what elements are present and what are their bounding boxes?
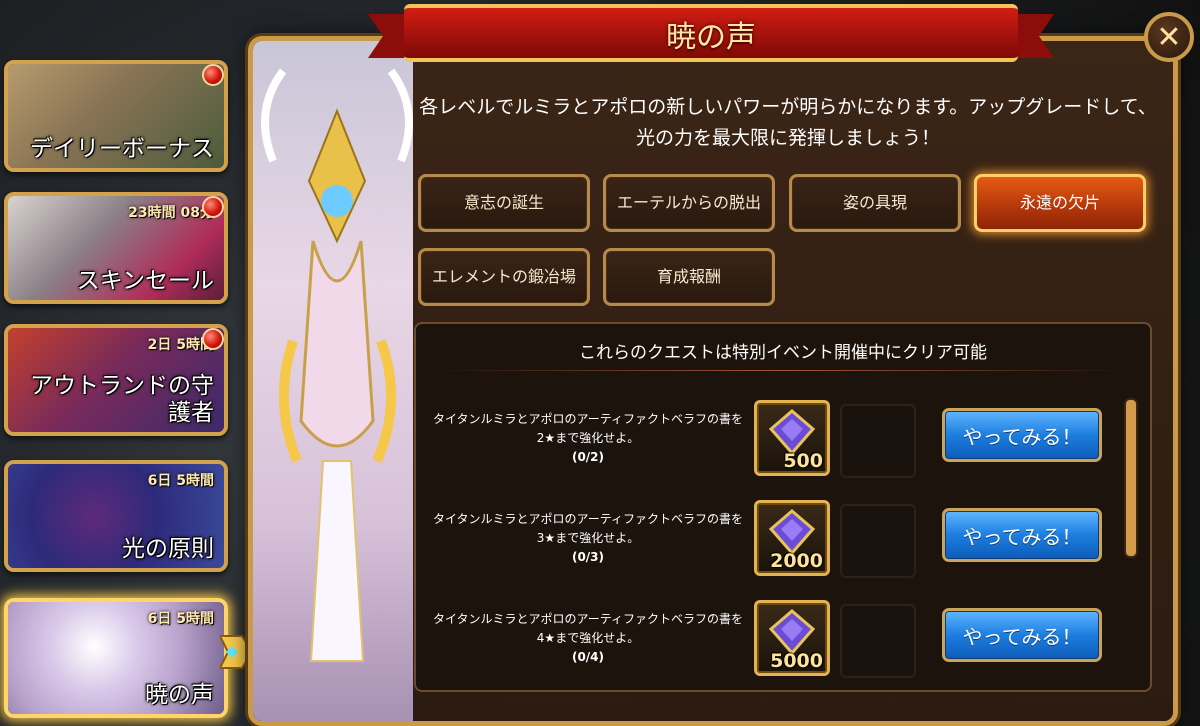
tab-manifestation[interactable]: 姿の具現 (789, 174, 961, 232)
quest-progress: (0/4) (571, 650, 605, 664)
quest-text: タイタンルミラとアポロのアーティファクトベラフの書を2★まで強化せよ。 (0/2… (430, 410, 746, 467)
event-description: 各レベルでルミラとアポロの新しいパワーが明らかになります。アップグレードして、光… (419, 96, 1157, 149)
sidebar-card-voice-of-dawn[interactable]: 6日 5時間 暁の声 (4, 598, 228, 718)
try-button[interactable]: やってみる！ (942, 408, 1102, 462)
notification-dot (202, 328, 224, 350)
quest-list: これらのクエストは特別イベント開催中にクリア可能 タイタンルミラとアポロのアーテ… (414, 322, 1152, 692)
tab-birth-of-will[interactable]: 意志の誕生 (418, 174, 590, 232)
reward-amount: 5000 (770, 650, 823, 672)
reward-slot[interactable]: 5000 (754, 600, 830, 676)
notification-dot (202, 64, 224, 86)
close-button[interactable]: ✕ (1144, 12, 1194, 62)
tab-label: 育成報酬 (656, 267, 721, 286)
quest-description: タイタンルミラとアポロのアーティファクトベラフの書を3★まで強化せよ。 (432, 512, 744, 545)
tab-label: 意志の誕生 (463, 193, 544, 212)
scrollbar[interactable] (1126, 400, 1136, 556)
tab-element-forge[interactable]: エレメントの鍛冶場 (418, 248, 590, 306)
sidebar-card-label: 光の原則 (122, 535, 214, 562)
list-item: タイタンルミラとアポロのアーティファクトベラフの書を3★まで強化せよ。 (0/3… (416, 500, 1136, 590)
try-button[interactable]: やってみる！ (942, 608, 1102, 662)
reward-amount: 2000 (770, 550, 823, 572)
empty-reward-slot (840, 604, 916, 678)
tab-label: エーテルからの脱出 (616, 193, 761, 212)
notification-dot (202, 196, 224, 218)
reward-slot[interactable]: 2000 (754, 500, 830, 576)
hero-illustration (253, 41, 421, 721)
quest-text: タイタンルミラとアポロのアーティファクトベラフの書を4★まで強化せよ。 (0/4… (430, 610, 746, 667)
sidebar-card-outland-guardian[interactable]: 2日 5時間 アウトランドの守 護者 (4, 324, 228, 436)
tab-escape-from-ether[interactable]: エーテルからの脱出 (603, 174, 775, 232)
close-icon: ✕ (1156, 19, 1182, 55)
tab-label: 永遠の欠片 (1019, 193, 1100, 212)
list-item: タイタンルミラとアポロのアーティファクトベラフの書を4★まで強化せよ。 (0/4… (416, 600, 1136, 690)
event-sidebar: デイリーボーナス 23時間 08分 スキンセール 2日 5時間 アウトランドの守… (0, 0, 254, 726)
sidebar-card-label: スキンセール (76, 267, 214, 294)
reward-amount: 500 (783, 450, 823, 472)
gem-icon (768, 609, 816, 655)
quest-description: タイタンルミラとアポロのアーティファクトベラフの書を4★まで強化せよ。 (432, 612, 744, 645)
gem-icon (768, 409, 816, 455)
sidebar-card-label: 暁の声 (145, 681, 214, 708)
empty-reward-slot (840, 404, 916, 478)
try-button[interactable]: やってみる！ (942, 508, 1102, 562)
title-banner: 暁の声 (368, 4, 1054, 66)
gem-icon (768, 509, 816, 555)
sidebar-card-label: アウトランドの守 護者 (30, 373, 214, 426)
tab-label: 姿の具現 (842, 193, 907, 212)
sidebar-card-daily-bonus[interactable]: デイリーボーナス (4, 60, 228, 172)
quest-progress: (0/2) (571, 450, 605, 464)
quest-text: タイタンルミラとアポロのアーティファクトベラフの書を3★まで強化せよ。 (0/3… (430, 510, 746, 567)
quest-progress: (0/3) (571, 550, 605, 564)
sidebar-card-principle-of-light[interactable]: 6日 5時間 光の原則 (4, 460, 228, 572)
quest-list-header: これらのクエストは特別イベント開催中にクリア可能 (579, 343, 987, 363)
list-item: タイタンルミラとアポロのアーティファクトベラフの書を2★まで強化せよ。 (0/2… (416, 400, 1136, 490)
sidebar-card-timer: 6日 5時間 (147, 611, 214, 627)
tab-eternal-shard[interactable]: 永遠の欠片 (974, 174, 1146, 232)
header-divider (436, 370, 1130, 371)
tab-label: エレメントの鍛冶場 (431, 267, 576, 286)
sidebar-card-label: デイリーボーナス (30, 135, 214, 162)
sidebar-card-skin-sale[interactable]: 23時間 08分 スキンセール (4, 192, 228, 304)
reward-slot[interactable]: 500 (754, 400, 830, 476)
page-title: 暁の声 (666, 20, 756, 55)
tab-growth-rewards[interactable]: 育成報酬 (603, 248, 775, 306)
sidebar-card-timer: 6日 5時間 (147, 473, 214, 489)
empty-reward-slot (840, 504, 916, 578)
quest-description: タイタンルミラとアポロのアーティファクトベラフの書を2★まで強化せよ。 (432, 412, 744, 445)
